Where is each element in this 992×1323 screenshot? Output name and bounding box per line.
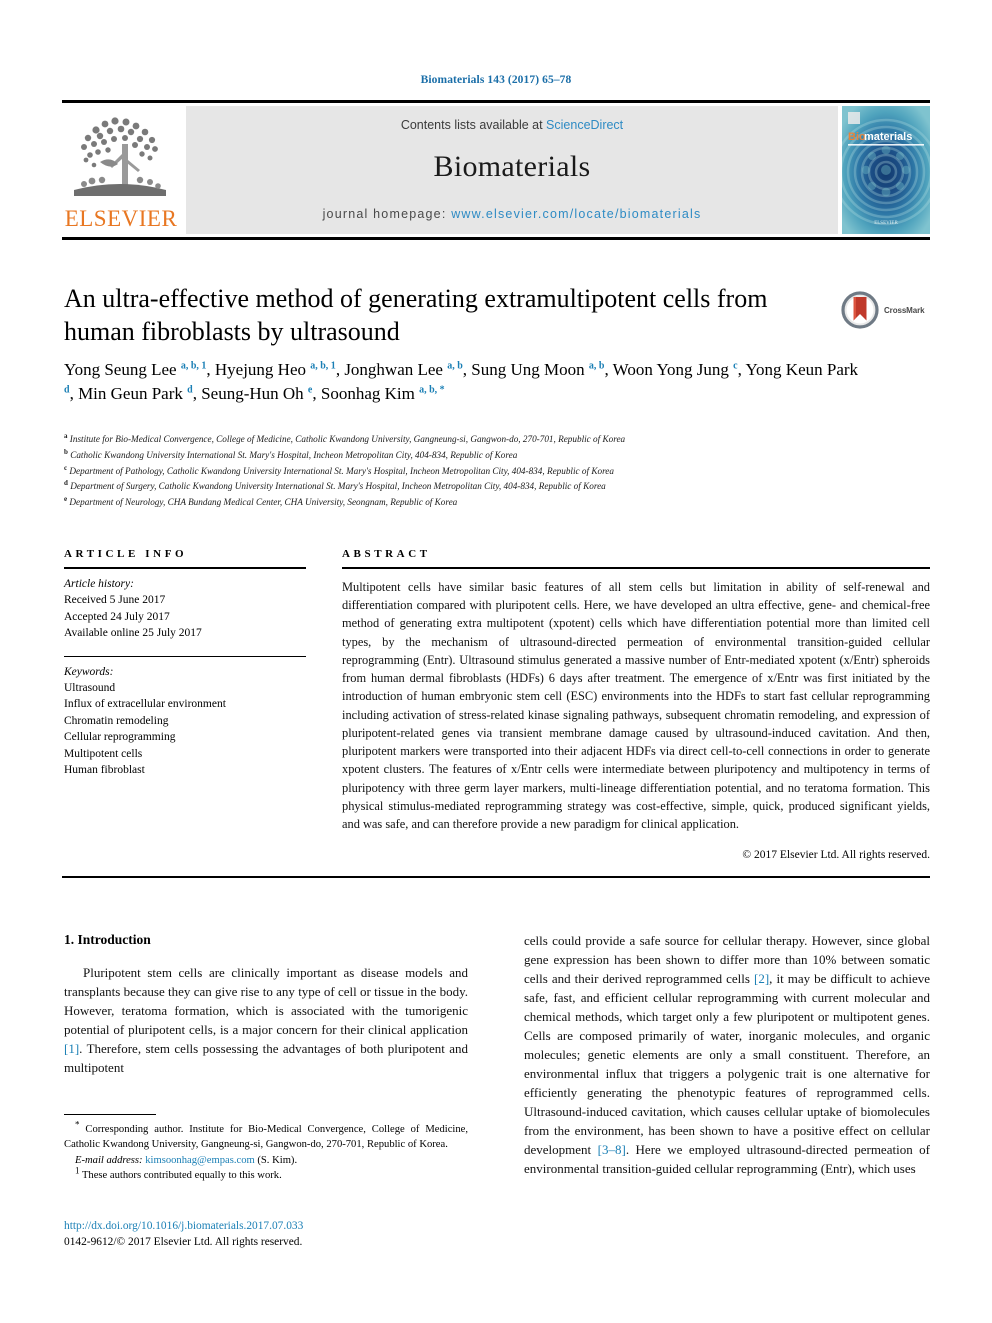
intro-right-mid: , it may be difficult to achieve safe, f… [524, 970, 930, 1157]
footnote-block: * Corresponding author. Institute for Bi… [64, 1120, 468, 1183]
article-history-item: Accepted 24 July 2017 [64, 610, 170, 623]
abstract-rule [342, 567, 930, 569]
citation-ref-2[interactable]: [2] [754, 971, 769, 986]
elsevier-tree-icon [74, 117, 166, 196]
equal-contribution-note: 1 These authors contributed equally to t… [64, 1166, 468, 1183]
keywords-divider [64, 655, 306, 657]
introduction-paragraph-right: cells could provide a safe source for ce… [524, 932, 930, 1179]
article-page: Biomaterials 143 (2017) 65–78 ELSEVIER C… [0, 0, 992, 1323]
corresponding-author-text: Corresponding author. Institute for Bio-… [64, 1124, 468, 1151]
masthead-center-panel: Contents lists available at ScienceDirec… [186, 106, 838, 234]
email-label: E-mail address: [75, 1154, 143, 1166]
email-suffix: (S. Kim). [254, 1154, 298, 1166]
affiliation-text: Department of Pathology, Catholic Kwando… [67, 465, 614, 476]
keywords-label: Keywords: [64, 665, 114, 678]
introduction-paragraph-left: Pluripotent stem cells are clinically im… [64, 964, 468, 1078]
journal-cover-art: Bio materials ELSEVIER [842, 106, 930, 234]
article-history-item: Received 5 June 2017 [64, 594, 166, 606]
contents-available-line: Contents lists available at ScienceDirec… [186, 118, 838, 132]
keyword-item: Multipotent cells [64, 747, 143, 760]
affiliation-item: a Institute for Bio-Medical Convergence,… [64, 432, 924, 448]
article-history-item: Available online 25 July 2017 [64, 627, 202, 640]
homepage-prefix: journal homepage: [322, 207, 452, 221]
affiliation-text: Department of Surgery, Catholic Kwandong… [67, 481, 606, 492]
journal-homepage-line: journal homepage: www.elsevier.com/locat… [186, 207, 838, 221]
crossmark-icon [841, 291, 879, 329]
abstract-copyright: © 2017 Elsevier Ltd. All rights reserved… [742, 849, 930, 862]
author-list: Yong Seung Lee a, b, 1, Hyejung Heo a, b… [64, 360, 859, 404]
article-info-heading: ARTICLE INFO [64, 548, 188, 560]
elsevier-logo: ELSEVIER [62, 106, 180, 234]
email-link[interactable]: kimsoonhag@empas.com [145, 1155, 255, 1166]
equal-contribution-text: These authors contributed equally to thi… [79, 1170, 282, 1182]
corresponding-author-note: * Corresponding author. Institute for Bi… [64, 1120, 468, 1153]
masthead-rule-bottom [62, 237, 930, 240]
svg-text:ELSEVIER: ELSEVIER [874, 221, 898, 226]
keyword-item: Chromatin remodeling [64, 714, 169, 727]
issn-copyright: 0142-9612/© 2017 Elsevier Ltd. All right… [64, 1236, 303, 1249]
journal-masthead: ELSEVIER Contents lists available at Sci… [62, 100, 930, 240]
affiliation-item: e Department of Neurology, CHA Bundang M… [64, 495, 924, 511]
body-divider-rule [62, 876, 930, 878]
article-history-lines: Received 5 June 2017 Accepted 24 July 201… [64, 592, 306, 642]
affiliation-text: Institute for Bio-Medical Convergence, C… [67, 434, 626, 444]
sciencedirect-link[interactable]: ScienceDirect [546, 118, 623, 132]
homepage-url-link[interactable]: www.elsevier.com/locate/biomaterials [451, 207, 701, 221]
doi-link[interactable]: http://dx.doi.org/10.1016/j.biomaterials… [64, 1218, 468, 1234]
contents-prefix: Contents lists available at [400, 118, 547, 132]
affiliation-item: c Department of Pathology, Catholic Kwan… [64, 464, 924, 480]
affiliation-text: Catholic Kwandong University Internation… [67, 449, 518, 460]
article-info-section: ARTICLE INFO Article history: Received 5… [64, 548, 306, 779]
keyword-item: Cellular reprogramming [64, 731, 176, 744]
affiliation-list: a Institute for Bio-Medical Convergence,… [64, 432, 924, 511]
page-title: An ultra-effective method of generating … [64, 284, 768, 347]
citation-ref-1[interactable]: [1] [64, 1041, 79, 1056]
abstract-section: ABSTRACT Multipotent cells have similar … [342, 548, 930, 861]
intro-text-post: . Therefore, stem cells possessing the a… [64, 1040, 468, 1075]
keyword-item: Human fibroblast [64, 764, 145, 777]
keyword-item: Influx of extracellular environment [64, 698, 226, 711]
body-column-left: 1. Introduction Pluripotent stem cells a… [64, 932, 468, 1078]
journal-title: Biomaterials [433, 150, 591, 183]
article-info-rule [64, 567, 306, 569]
introduction-heading: 1. Introduction [64, 932, 151, 947]
running-head: Biomaterials 143 (2017) 65–78 [420, 74, 572, 86]
footnote-divider [64, 1114, 156, 1115]
body-column-right: cells could provide a safe source for ce… [524, 932, 930, 1179]
crossmark-badge[interactable]: CrossMark [840, 288, 940, 332]
journal-cover-thumbnail: Bio materials ELSEVIER [842, 106, 930, 234]
intro-text-pre: Pluripotent stem cells are clinically im… [64, 965, 468, 1037]
footer-block: http://dx.doi.org/10.1016/j.biomaterials… [64, 1218, 468, 1250]
svg-text:materials: materials [864, 131, 912, 143]
email-note: E-mail address: kimsoonhag@empas.com (S.… [64, 1153, 468, 1168]
masthead-rule-top [62, 100, 930, 103]
elsevier-wordmark: ELSEVIER [64, 206, 178, 231]
affiliation-text: Department of Neurology, CHA Bundang Med… [67, 497, 458, 508]
citation-ref-3-8[interactable]: [3–8] [598, 1142, 626, 1157]
keyword-lines: Ultrasound Influx of extracellular enviro… [64, 680, 306, 779]
crossmark-label: CrossMark [884, 305, 925, 315]
affiliation-item: d Department of Surgery, Catholic Kwando… [64, 479, 924, 495]
affiliation-item: b Catholic Kwandong University Internati… [64, 448, 924, 464]
abstract-heading: ABSTRACT [342, 548, 431, 560]
article-history-label: Article history: [64, 578, 134, 590]
abstract-text: Multipotent cells have similar basic fea… [342, 580, 930, 832]
keyword-item: Ultrasound [64, 681, 116, 694]
